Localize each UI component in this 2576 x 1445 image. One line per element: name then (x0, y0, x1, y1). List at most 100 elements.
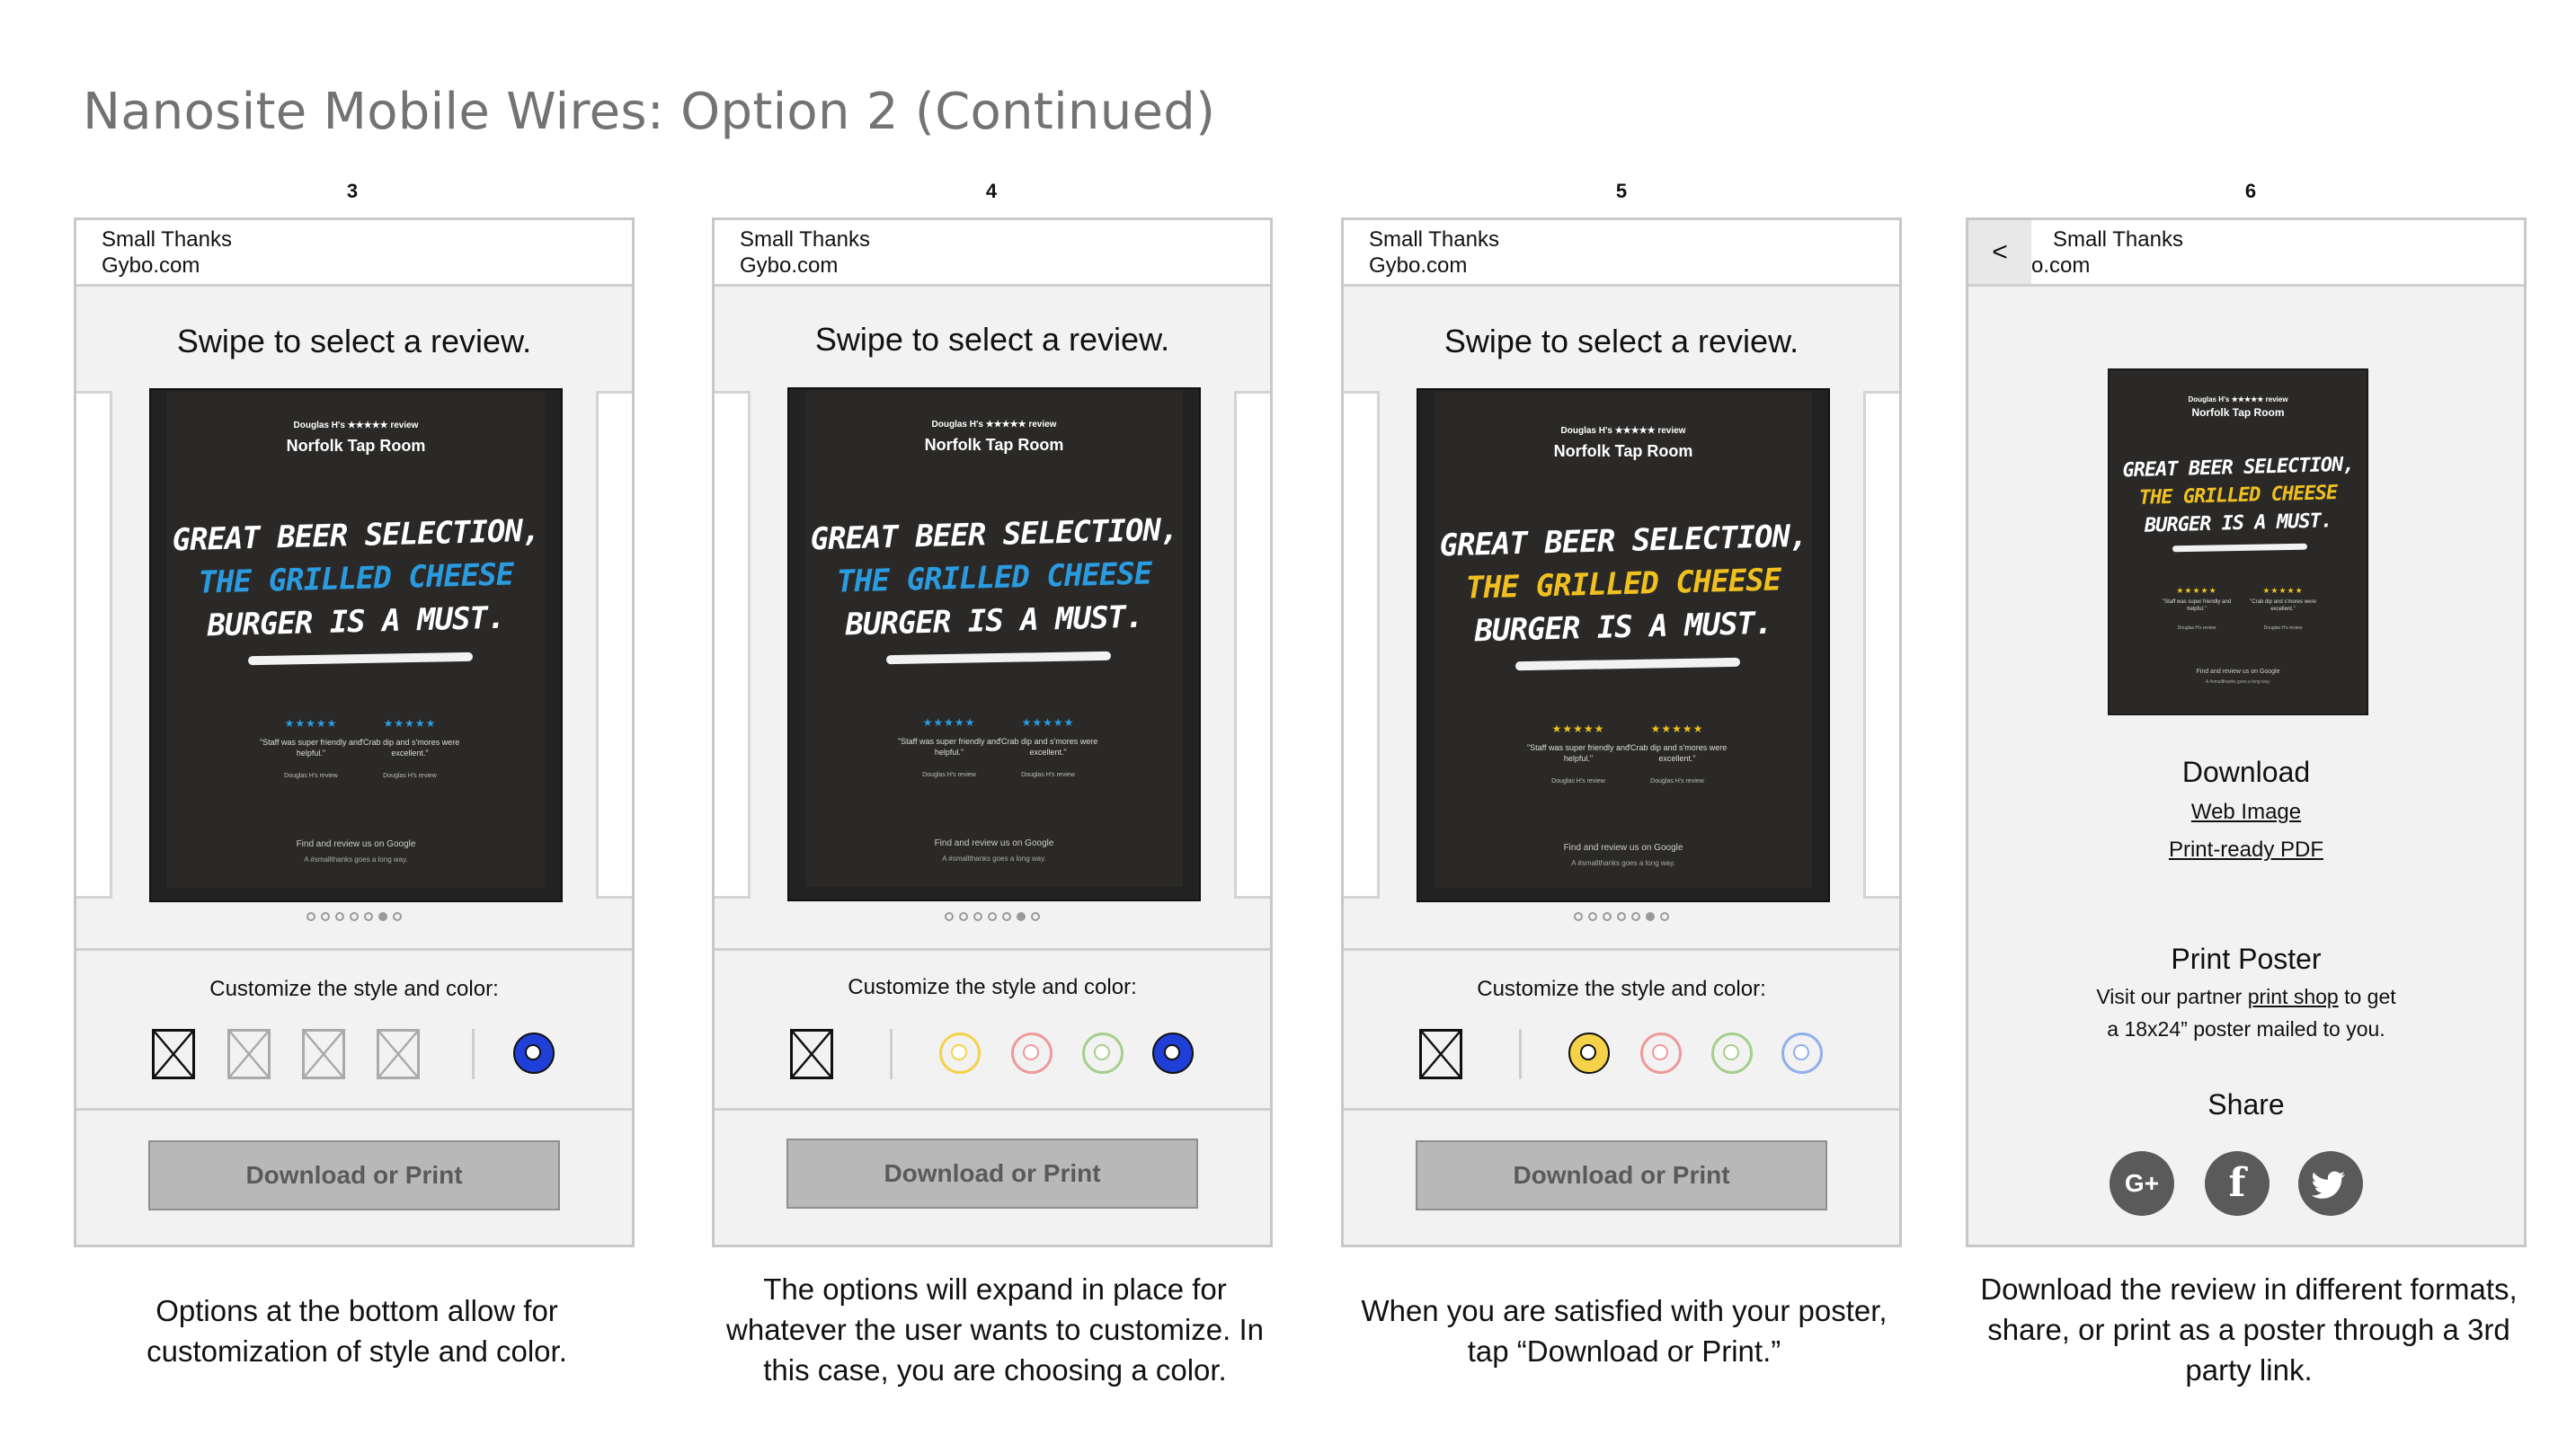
style-option-selected[interactable] (790, 1029, 833, 1079)
brush-stroke (2172, 543, 2308, 553)
carousel-dot[interactable] (364, 912, 373, 921)
carousel-dot[interactable] (945, 912, 954, 921)
carousel-dot[interactable] (959, 912, 968, 921)
poster-stars-2: ★★★★★ (1650, 722, 1704, 735)
poster-stars-2: ★★★★★ (383, 717, 437, 730)
poster-tagline: A #smallthanks goes a long way. (942, 855, 1046, 863)
caption-screen-3: Options at the bottom allow for customiz… (147, 1294, 567, 1368)
app-name: Small Thanks (1369, 227, 1499, 252)
print-poster-heading: Print Poster (2171, 943, 2322, 975)
twitter-icon[interactable] (2298, 1151, 2363, 1216)
color-swatch-yellow[interactable] (939, 1033, 981, 1074)
color-swatch-pink[interactable] (1640, 1033, 1682, 1074)
review-poster[interactable]: Douglas H's ★★★★★ review Norfolk Tap Roo… (787, 387, 1201, 901)
section-divider (76, 1108, 632, 1111)
poster-reviewer-1: Douglas H's review (2177, 625, 2216, 631)
carousel-dot[interactable] (306, 912, 315, 921)
carousel-dot[interactable] (1603, 912, 1612, 921)
carousel-dot-active[interactable] (1017, 912, 1026, 921)
carousel-dot[interactable] (1660, 912, 1669, 921)
poster-headline-3: BURGER IS A MUST. (2144, 510, 2332, 537)
review-poster[interactable]: Douglas H's ★★★★★ review Norfolk Tap Roo… (1417, 388, 1830, 902)
prev-review-card[interactable] (715, 391, 751, 899)
carousel-dot[interactable] (350, 912, 359, 921)
review-poster[interactable]: Douglas H's ★★★★★ review Norfolk Tap Roo… (149, 388, 563, 902)
poster-byline: Douglas H's ★★★★★ review (1560, 426, 1686, 436)
phone-screen-3: Small Thanks Gybo.com Swipe to select a … (74, 217, 635, 1247)
carousel-dot-active[interactable] (378, 912, 387, 921)
screen-number-4: 4 (985, 180, 998, 202)
next-review-card[interactable] (1863, 391, 1899, 899)
download-or-print-button[interactable]: Download or Print (1416, 1140, 1827, 1210)
facebook-icon[interactable]: f (2205, 1151, 2270, 1216)
style-option-3[interactable] (302, 1029, 345, 1079)
carousel-dot[interactable] (1002, 912, 1011, 921)
carousel-dot[interactable] (1617, 912, 1626, 921)
poster-find: Find and review us on Google (934, 838, 1054, 848)
carousel-dots[interactable] (1344, 912, 1899, 921)
twitter-bird-icon (2311, 1171, 2346, 1199)
poster-byline: Douglas H's ★★★★★ review (931, 420, 1057, 430)
poster-quote-1: "Staff was super friendly and helpful." (897, 737, 1001, 757)
download-heading: Download (2181, 756, 2311, 788)
print-shop-link[interactable]: print shop (2248, 985, 2339, 1008)
section-divider (1344, 948, 1899, 951)
print-pdf-link[interactable]: Print-ready PDF (1968, 838, 2524, 863)
next-review-card[interactable] (1234, 391, 1270, 899)
style-option-4[interactable] (377, 1029, 420, 1079)
color-swatch-green[interactable] (1711, 1033, 1753, 1074)
carousel-dot[interactable] (1574, 912, 1583, 921)
brush-stroke (1515, 657, 1741, 671)
carousel-dot-active[interactable] (1646, 912, 1655, 921)
download-or-print-button[interactable]: Download or Print (786, 1139, 1198, 1209)
poster-headline-3: BURGER IS A MUST. (845, 598, 1143, 643)
color-swatch-yellow-selected[interactable] (1568, 1033, 1610, 1074)
poster-tagline: A #smallthanks goes a long way. (1571, 859, 1675, 867)
color-swatch-blue-selected[interactable] (1152, 1033, 1194, 1074)
poster-headline-2: THE GRILLED CHEESE (1465, 562, 1781, 607)
poster-quote-1: "Staff was super friendly and helpful." (259, 738, 363, 758)
carousel-dot[interactable] (973, 912, 982, 921)
poster-reviewer-1: Douglas H's review (284, 773, 338, 779)
section-divider (715, 1108, 1270, 1111)
style-option-1-selected[interactable] (152, 1029, 195, 1079)
download-or-print-button[interactable]: Download or Print (148, 1140, 560, 1210)
color-swatch-green[interactable] (1082, 1033, 1124, 1074)
poster-find: Find and review us on Google (296, 839, 416, 849)
poster-quote-1: "Staff was super friendly and helpful." (1526, 743, 1630, 763)
color-picker-button[interactable] (513, 1033, 555, 1074)
style-option-selected[interactable] (1419, 1029, 1462, 1079)
poster-stars-2: ★★★★★ (1021, 716, 1075, 729)
back-button[interactable]: < (1968, 220, 2031, 284)
poster-headline-1: GREAT BEER SELECTION, (172, 512, 540, 559)
prev-review-card[interactable] (76, 391, 112, 899)
carousel-dot[interactable] (988, 912, 997, 921)
poster-headline-1: GREAT BEER SELECTION, (810, 511, 1178, 558)
poster-headline-2: THE GRILLED CHEESE (198, 556, 514, 601)
screen-number-5: 5 (1615, 180, 1628, 202)
carousel-dots[interactable] (76, 912, 632, 921)
carousel-dots[interactable] (715, 912, 1270, 921)
web-image-link[interactable]: Web Image (1968, 800, 2524, 825)
app-domain: Gybo.com (102, 253, 200, 278)
color-swatch-pink[interactable] (1011, 1033, 1053, 1074)
poster-quote-1: "Staff was super friendly and helpful." (2162, 599, 2232, 612)
next-review-card[interactable] (596, 391, 632, 899)
poster-headline-3: BURGER IS A MUST. (207, 599, 505, 644)
carousel-dot[interactable] (1031, 912, 1040, 921)
google-plus-icon[interactable]: G+ (2110, 1151, 2174, 1216)
app-domain: Gybo.com (740, 253, 839, 278)
poster-find: Find and review us on Google (1563, 843, 1683, 853)
poster-stars-1: ★★★★★ (2176, 586, 2217, 595)
carousel-dot[interactable] (335, 912, 344, 921)
color-swatch-blue[interactable] (1781, 1033, 1823, 1074)
carousel-dot[interactable] (321, 912, 330, 921)
print-poster-text: Visit our partner print shop to get a 18… (1968, 980, 2524, 1045)
carousel-dot[interactable] (1631, 912, 1640, 921)
customize-label: Customize the style and color: (209, 977, 499, 1001)
carousel-dot[interactable] (1588, 912, 1597, 921)
style-option-2[interactable] (227, 1029, 271, 1079)
prev-review-card[interactable] (1344, 391, 1380, 899)
option-separator (890, 1029, 893, 1079)
carousel-dot[interactable] (393, 912, 402, 921)
